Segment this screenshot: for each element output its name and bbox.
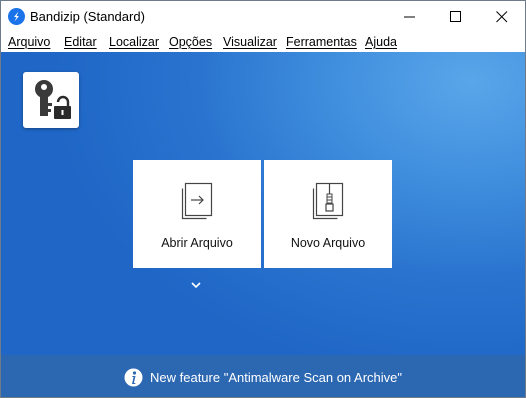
new-archive-icon [312,182,344,220]
title-bar[interactable]: Bandizip (Standard) [1,1,525,32]
key-lock-icon [35,80,71,119]
open-archive-label: Abrir Arquivo [161,236,233,250]
menu-opcoes[interactable]: Opções [169,35,212,49]
menu-ferramentas[interactable]: Ferramentas [286,35,357,49]
window-title: Bandizip (Standard) [30,9,145,24]
main-area: Abrir Arquivo Novo Arquivo [1,52,525,355]
menu-visualizar[interactable]: Visualizar [223,35,277,49]
menu-bar: Arquivo Editar Localizar Opções Visualiz… [1,32,525,52]
new-archive-label: Novo Arquivo [290,236,366,250]
minimize-button[interactable] [387,1,433,32]
maximize-button[interactable] [433,1,479,32]
open-archive-button[interactable]: Abrir Arquivo [133,160,261,268]
open-archive-icon [181,182,213,220]
maximize-icon [450,11,461,22]
menu-arquivo[interactable]: Arquivo [8,35,50,49]
info-icon [124,368,143,392]
feature-banner[interactable]: New feature "Antimalware Scan on Archive… [1,355,525,397]
menu-localizar[interactable]: Localizar [109,35,159,49]
menu-editar[interactable]: Editar [64,35,97,49]
bandizip-app-icon [8,8,25,25]
password-manager-button[interactable] [23,72,79,128]
new-archive-button[interactable]: Novo Arquivo [264,160,392,268]
close-icon [496,11,508,23]
menu-ajuda[interactable]: Ajuda [365,35,397,49]
close-button[interactable] [479,1,525,32]
chevron-down-icon [191,282,201,289]
minimize-icon [404,16,415,18]
bandizip-window: Bandizip (Standard) Arquivo Editar Local… [0,0,526,398]
more-options-button[interactable] [190,276,202,294]
feature-banner-text: New feature "Antimalware Scan on Archive… [150,370,403,385]
